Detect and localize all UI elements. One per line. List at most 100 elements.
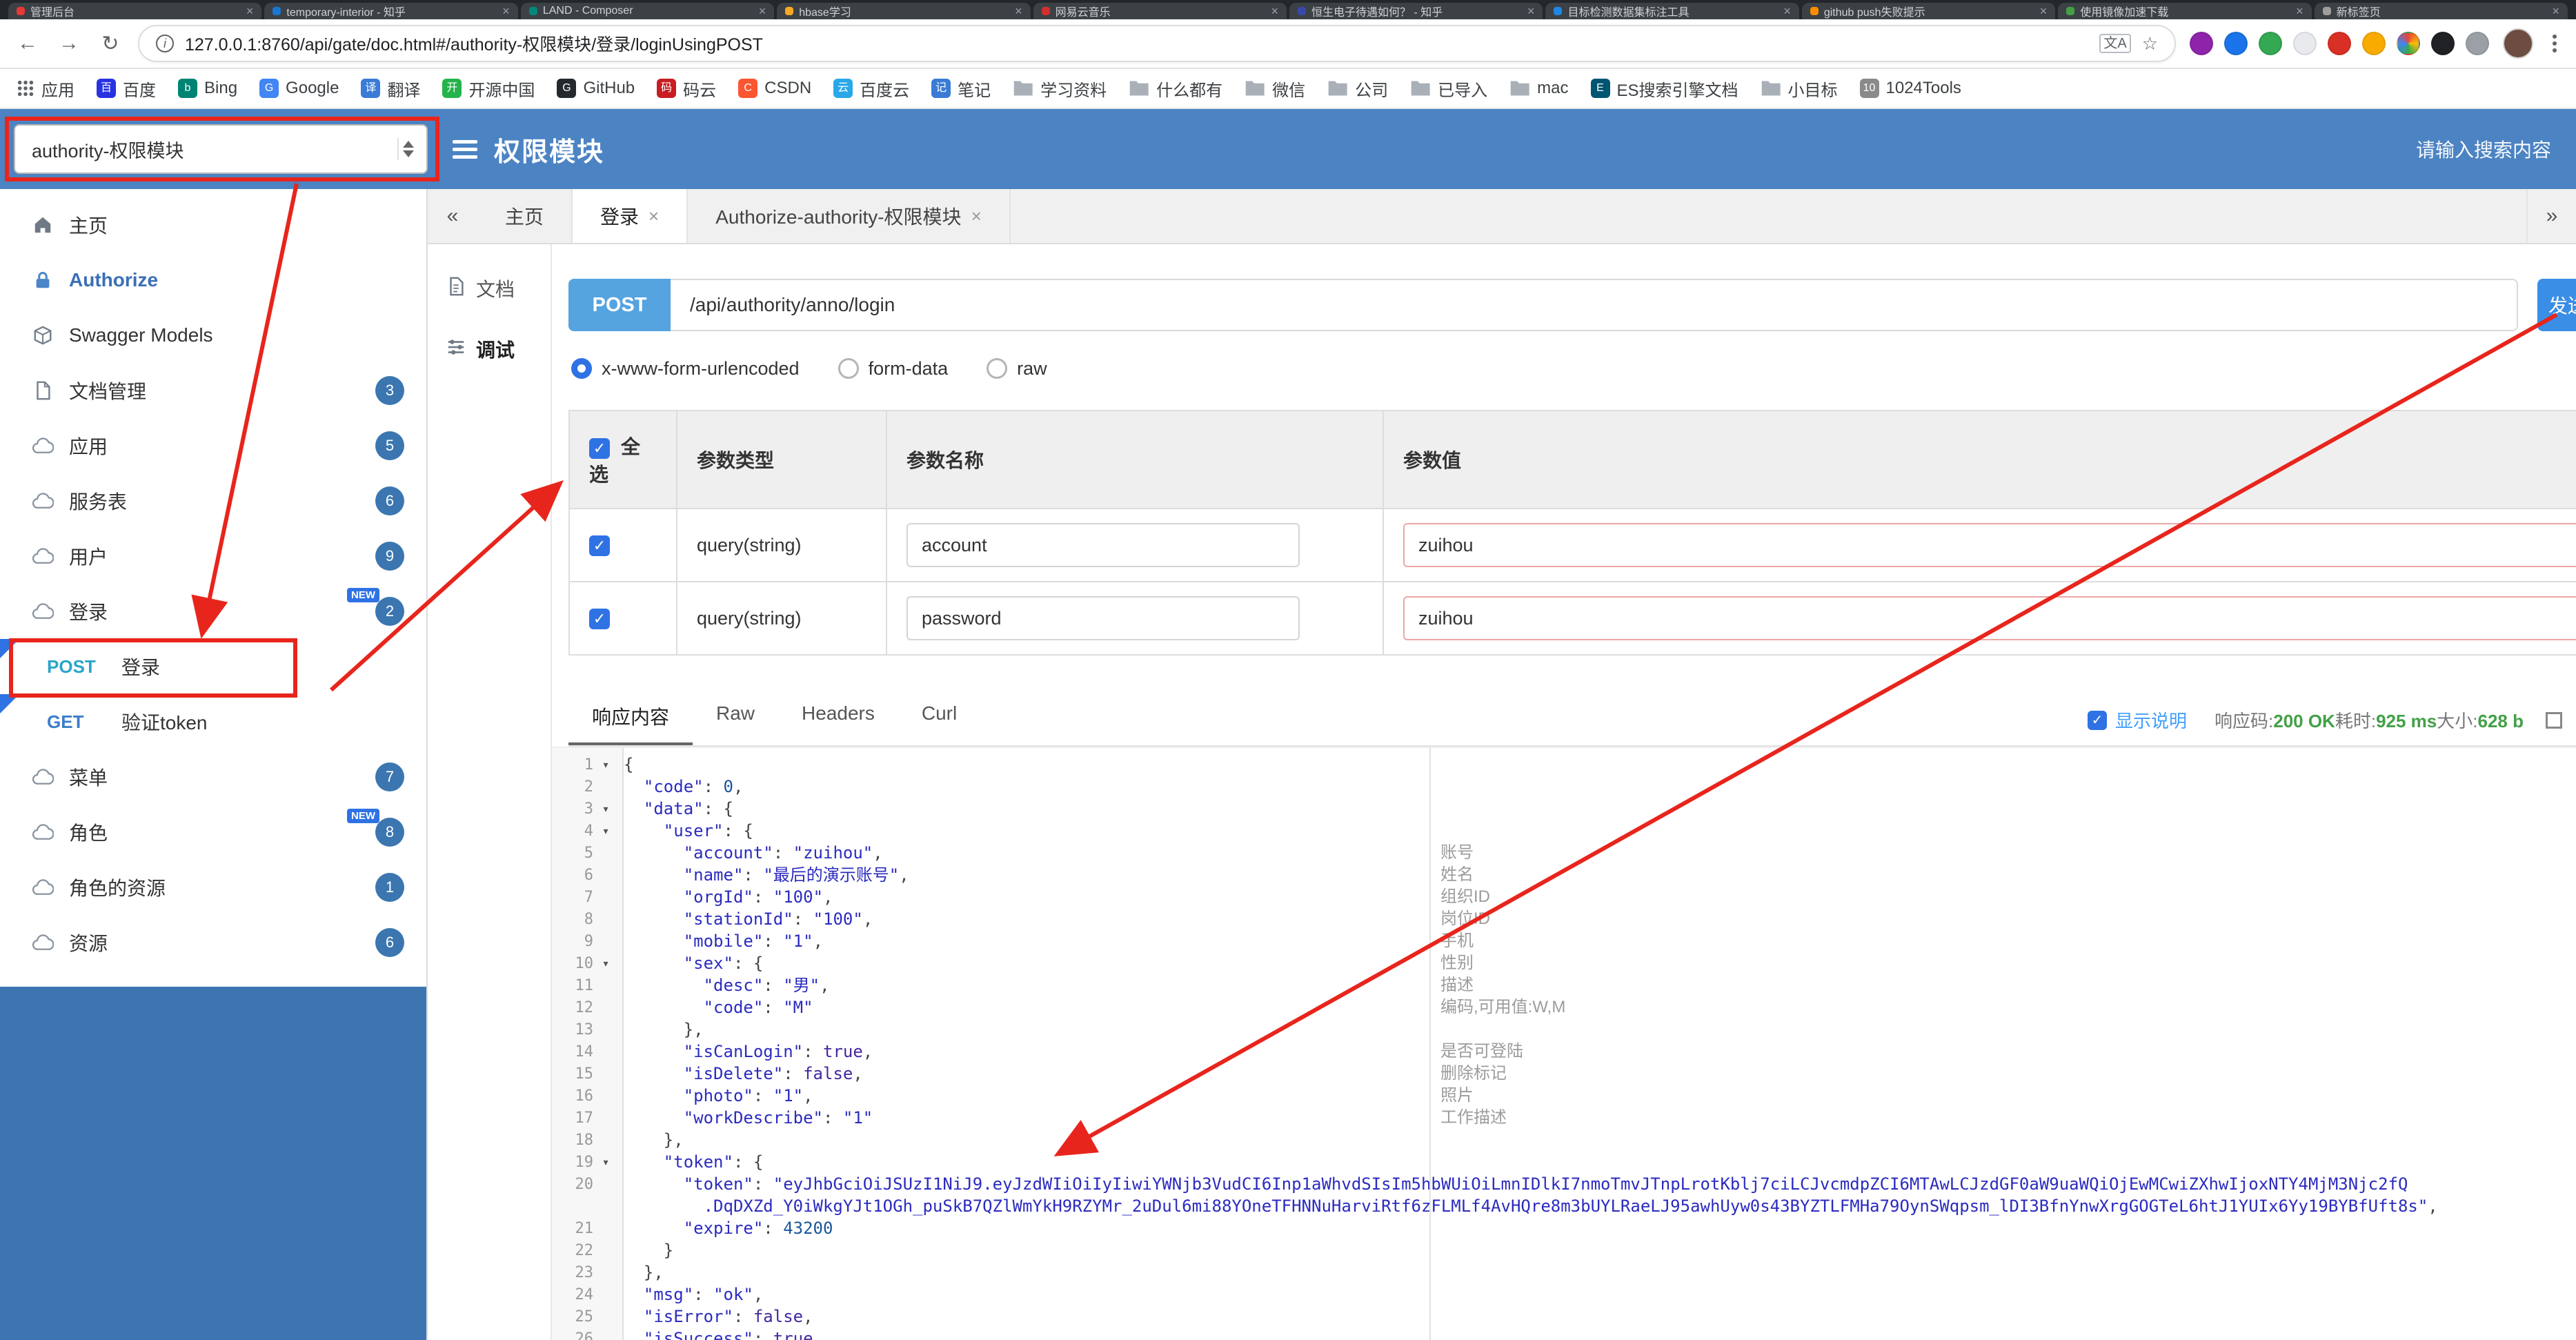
sidebar-item[interactable]: 服务表 6 (0, 473, 426, 529)
content-type-option[interactable]: x-www-form-urlencoded (571, 358, 800, 380)
tab-close-icon[interactable]: × (502, 4, 510, 18)
bookmark-star-icon[interactable]: ☆ (2142, 33, 2158, 55)
bookmark-item[interactable]: 记笔记 (931, 77, 991, 101)
translate-icon[interactable]: 文A (2099, 34, 2131, 53)
menu-toggle-icon[interactable] (453, 139, 477, 159)
bookmark-item[interactable]: b Bing (178, 79, 237, 98)
tab-close-icon[interactable]: × (648, 206, 659, 227)
browser-tab[interactable]: hbase学习 × (777, 3, 1031, 19)
browser-tab[interactable]: 管理后台 × (8, 3, 262, 19)
extension-icon[interactable] (2293, 32, 2317, 55)
bookmark-item[interactable]: G Google (259, 79, 339, 98)
content-type-option[interactable]: form-data (838, 358, 948, 380)
fold-icon[interactable]: ▾ (593, 956, 618, 971)
response-tab[interactable]: Headers (778, 690, 898, 745)
extension-icon[interactable] (2431, 32, 2455, 55)
tab-close-icon[interactable]: × (1015, 4, 1022, 18)
bookmark-item[interactable]: 已导入 (1410, 77, 1487, 101)
response-tab[interactable]: 响应内容 (568, 690, 693, 745)
param-name-input[interactable] (906, 523, 1300, 567)
bookmark-item[interactable]: 什么都有 (1129, 77, 1222, 101)
radio-icon[interactable] (987, 358, 1008, 379)
tab-close-icon[interactable]: × (971, 206, 982, 227)
extension-icon[interactable] (2259, 32, 2282, 55)
send-button[interactable]: 发送 (2537, 279, 2576, 331)
extension-icon[interactable] (2224, 32, 2248, 55)
radio-icon[interactable] (571, 358, 592, 379)
sidebar-item[interactable]: 文档管理 3 (0, 363, 426, 418)
forward-button[interactable]: → (55, 32, 83, 55)
profile-avatar[interactable] (2503, 28, 2533, 59)
sidebar-item-get[interactable]: GET 验证token (0, 694, 426, 749)
fold-icon[interactable]: ▾ (593, 758, 618, 772)
content-tab[interactable]: 主页 (477, 189, 573, 243)
sidebar-item[interactable]: 登录 NEW 2 (0, 584, 426, 639)
browser-tab[interactable]: 恒生电子待遇如何？ - 知乎 × (1289, 3, 1543, 19)
browser-tab[interactable]: temporary-interior - 知乎 × (264, 3, 518, 19)
browser-tab[interactable]: LAND - Composer × (520, 3, 775, 19)
browser-tab[interactable]: 新标签页 × (2314, 3, 2568, 19)
show-desc-checkbox[interactable]: ✓ (2087, 710, 2107, 730)
bookmark-item[interactable]: 开开源中国 (442, 77, 535, 101)
response-tab[interactable]: Curl (898, 690, 980, 745)
bookmark-item[interactable]: mac (1509, 79, 1569, 98)
tab-close-icon[interactable]: × (1783, 4, 1791, 18)
fold-icon[interactable]: ▾ (593, 802, 618, 816)
back-button[interactable]: ← (14, 32, 41, 55)
browser-tab[interactable]: 目标检测数据集标注工具 × (1545, 3, 1799, 19)
extension-icon[interactable] (2362, 32, 2386, 55)
browser-tab[interactable]: 网易云音乐 × (1033, 3, 1287, 19)
tab-close-icon[interactable]: × (759, 4, 766, 18)
extension-icon[interactable] (2328, 32, 2351, 55)
omnibox[interactable]: i 127.0.0.1:8760/api/gate/doc.html#/auth… (138, 25, 2176, 62)
subnav-debug[interactable]: 调试 (428, 319, 551, 380)
extension-icon[interactable] (2466, 32, 2489, 55)
tab-close-icon[interactable]: × (2553, 4, 2560, 18)
bookmark-item[interactable]: 云百度云 (833, 77, 909, 101)
fullscreen-icon[interactable] (2546, 711, 2562, 729)
select-all-checkbox[interactable]: ✓ (589, 437, 610, 459)
project-select[interactable]: authority-权限模块 (14, 124, 428, 174)
bookmark-item[interactable]: G GitHub (557, 79, 635, 98)
bookmark-item[interactable]: 10 1024Tools (1859, 79, 1961, 98)
reload-button[interactable]: ↻ (97, 32, 124, 56)
browser-tab[interactable]: 使用镜像加速下载 × (2058, 3, 2312, 19)
bookmark-item[interactable]: 码码云 (657, 77, 716, 101)
extension-icon[interactable] (2397, 32, 2420, 55)
browser-tab[interactable]: github push失败提示 × (1801, 3, 2056, 19)
bookmark-item[interactable]: C CSDN (738, 79, 811, 98)
collapse-right-icon[interactable]: » (2526, 189, 2576, 243)
bookmark-item[interactable]: E ES搜索引擎文档 (1590, 77, 1738, 101)
sidebar-item[interactable]: Swagger Models (0, 308, 426, 363)
content-type-option[interactable]: raw (987, 358, 1047, 380)
subnav-doc[interactable]: 文档 (428, 258, 551, 319)
param-value-input[interactable] (1403, 596, 2576, 640)
tab-close-icon[interactable]: × (1527, 4, 1535, 18)
param-checkbox[interactable]: ✓ (589, 535, 610, 556)
content-tab[interactable]: Authorize-authority-权限模块 × (688, 189, 1011, 243)
bookmark-item[interactable]: 微信 (1245, 77, 1305, 101)
radio-icon[interactable] (838, 358, 859, 379)
bookmark-item[interactable]: 学习资料 (1013, 77, 1107, 101)
bookmark-item[interactable]: 应用 (17, 77, 75, 101)
tab-close-icon[interactable]: × (2040, 4, 2048, 18)
fold-icon[interactable]: ▾ (593, 1155, 618, 1170)
tab-close-icon[interactable]: × (1271, 4, 1279, 18)
param-checkbox[interactable]: ✓ (589, 608, 610, 629)
page-info-icon[interactable]: i (156, 35, 174, 52)
tab-close-icon[interactable]: × (246, 4, 254, 18)
tab-close-icon[interactable]: × (2296, 4, 2303, 18)
bookmark-item[interactable]: 百百度 (97, 77, 156, 101)
bookmark-item[interactable]: 译翻译 (361, 77, 420, 101)
param-value-input[interactable] (1403, 523, 2576, 567)
param-name-input[interactable] (906, 596, 1300, 640)
response-tab[interactable]: Raw (693, 690, 778, 745)
sidebar-item[interactable]: 应用 5 (0, 418, 426, 473)
request-path[interactable]: /api/authority/anno/login (671, 279, 2518, 331)
sidebar-item[interactable]: 角色的资源 1 (0, 860, 426, 915)
bookmark-item[interactable]: 小目标 (1761, 77, 1838, 101)
collapse-left-icon[interactable]: « (428, 189, 477, 243)
sidebar-item-post[interactable]: POST 登录 (0, 639, 426, 694)
sidebar-item[interactable]: 主页 (0, 197, 426, 253)
sidebar-item[interactable]: 资源 6 (0, 915, 426, 970)
